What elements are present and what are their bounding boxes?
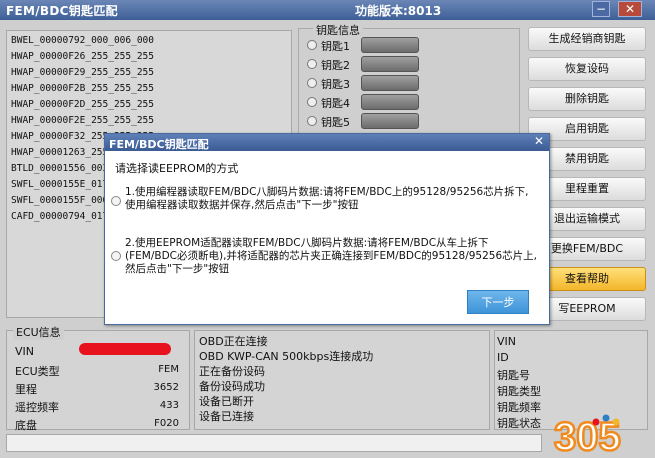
key-3-label: 钥匙3: [321, 78, 350, 91]
list-item[interactable]: SWFL_0000155F_000: [11, 195, 108, 206]
key-1-indicator: [361, 37, 419, 53]
key-info-group: 钥匙信息 钥匙1 钥匙2 钥匙3 钥匙4 钥匙5: [298, 22, 520, 138]
log-line: OBD KWP-CAN 500kbps连接成功: [199, 350, 374, 363]
list-item[interactable]: BTLD_00001556_003: [11, 163, 108, 174]
watermark-text: 305: [554, 415, 621, 456]
log-line: 备份设码成功: [199, 380, 265, 393]
list-item[interactable]: HWAP_00000F26_255_255_255: [11, 51, 154, 62]
option-programmer-radio[interactable]: [111, 196, 121, 206]
minimize-button[interactable]: −: [592, 1, 610, 17]
key-4-indicator: [361, 94, 419, 110]
list-item[interactable]: HWAP_00000F29_255_255_255: [11, 67, 154, 78]
key-4-label: 钥匙4: [321, 97, 350, 110]
status-key-number-label: 钥匙号: [497, 369, 530, 382]
watermark-dot-red: [592, 418, 600, 426]
log-line: OBD正在连接: [199, 335, 268, 348]
delete-key-button[interactable]: 删除钥匙: [528, 87, 646, 111]
dialog-title-bar: FEM/BDC钥匙匹配 ✕: [105, 134, 549, 151]
mileage-value: 3652: [153, 382, 179, 393]
log-line: 正在备份设码: [199, 365, 265, 378]
dialog-prompt: 请选择读EEPROM的方式: [115, 162, 239, 175]
status-key-type-label: 钥匙类型: [497, 385, 541, 398]
status-bar: [6, 434, 542, 452]
window-title: FEM/BDC钥匙匹配: [6, 4, 118, 18]
ecu-info-panel: ECU信息 VIN ECU类型 FEM 里程 3652 遥控频率 433 底盘 …: [6, 324, 190, 432]
key-2-label: 钥匙2: [321, 59, 350, 72]
list-item[interactable]: CAFD_00000794_017: [11, 211, 108, 222]
close-button[interactable]: ✕: [618, 1, 642, 17]
list-item[interactable]: SWFL_0000155E_017: [11, 179, 108, 190]
key-5-radio[interactable]: [307, 116, 317, 126]
list-item[interactable]: HWAP_00000F2D_255_255_255: [11, 99, 154, 110]
key-2-indicator: [361, 56, 419, 72]
key-5-indicator: [361, 113, 419, 129]
status-key-state-label: 钥匙状态: [497, 417, 541, 430]
list-item[interactable]: HWAP_00000F2E_255_255_255: [11, 115, 154, 126]
log-line: 设备已连接: [199, 410, 254, 423]
status-id-label: ID: [497, 351, 509, 364]
key-3-radio[interactable]: [307, 78, 317, 88]
key-1-label: 钥匙1: [321, 40, 350, 53]
watermark-logo: 305: [553, 414, 622, 456]
key-5-label: 钥匙5: [321, 116, 350, 129]
vin-redaction: [79, 343, 171, 355]
list-item[interactable]: HWAP_00000F2B_255_255_255: [11, 83, 154, 94]
watermark-dot-blue: [602, 414, 610, 422]
title-bar: FEM/BDC钥匙匹配 功能版本:8013 − ✕: [0, 0, 655, 20]
key-1-radio[interactable]: [307, 40, 317, 50]
status-key-frequency-label: 钥匙频率: [497, 401, 541, 414]
eeprom-method-dialog: FEM/BDC钥匙匹配 ✕ 请选择读EEPROM的方式 1.使用编程器读取FEM…: [104, 133, 550, 325]
restore-coding-button[interactable]: 恢复设码: [528, 57, 646, 81]
list-item[interactable]: BWEL_00000792_000_006_000: [11, 35, 154, 46]
ecu-type-label: ECU类型: [15, 365, 60, 378]
app-window: FEM/BDC钥匙匹配 功能版本:8013 − ✕ BWEL_00000792_…: [0, 0, 655, 458]
chassis-label: 底盘: [15, 419, 37, 432]
option-adapter-radio[interactable]: [111, 251, 121, 261]
next-step-button[interactable]: 下一步: [467, 290, 529, 314]
key-4-radio[interactable]: [307, 97, 317, 107]
generate-dealer-key-button[interactable]: 生成经销商钥匙: [528, 27, 646, 51]
ecu-info-legend: ECU信息: [13, 324, 64, 340]
ecu-type-value: FEM: [158, 364, 179, 375]
option-programmer-text: 1.使用编程器读取FEM/BDC八脚码片数据:请将FEM/BDC上的95128/…: [125, 186, 529, 211]
option-adapter-text: 2.使用EEPROM适配器读取FEM/BDC八脚码片数据:请将FEM/BDC从车…: [125, 237, 537, 275]
function-version: 功能版本:8013: [355, 4, 442, 18]
key-info-legend: 钥匙信息: [313, 22, 363, 38]
obd-log-panel[interactable]: OBD正在连接 OBD KWP-CAN 500kbps连接成功 正在备份设码 备…: [194, 330, 490, 430]
dialog-close-button[interactable]: ✕: [531, 135, 547, 149]
vin-label: VIN: [15, 345, 34, 358]
mileage-label: 里程: [15, 383, 37, 396]
key-3-indicator: [361, 75, 419, 91]
dialog-title: FEM/BDC钥匙匹配: [109, 138, 209, 151]
remote-frequency-label: 遥控频率: [15, 401, 59, 414]
status-vin-label: VIN: [497, 335, 516, 348]
chassis-value: F020: [154, 418, 179, 429]
key-2-radio[interactable]: [307, 59, 317, 69]
remote-frequency-value: 433: [159, 400, 179, 411]
watermark-dot-yellow: [612, 418, 620, 426]
log-line: 设备已断开: [199, 395, 254, 408]
